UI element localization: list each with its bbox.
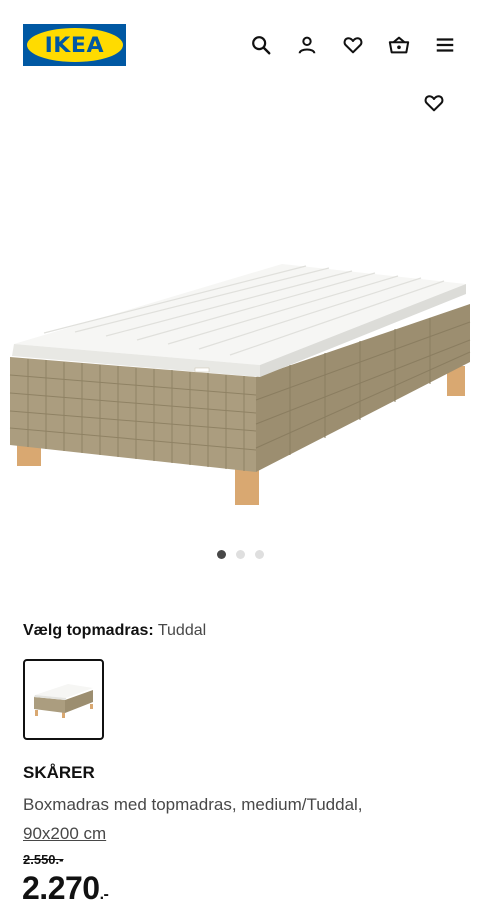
profile-icon[interactable] [296,34,318,56]
heart-icon[interactable] [423,92,445,114]
variant-label: Vælg topmadras: [23,622,154,639]
gallery-pagination [0,550,480,559]
price-amount: 2.270 [22,870,100,906]
product-description: Boxmadras med topmadras, medium/Tuddal, … [23,790,463,848]
product-description-text: Boxmadras med topmadras, medium/Tuddal, [23,795,363,814]
variant-selector-label: Vælg topmadras: Tuddal [23,622,206,640]
product-name: SKÅRER [23,763,95,782]
pagination-dot[interactable] [235,550,245,559]
header: IKEA [0,0,480,90]
logo-oval: IKEA [26,28,123,62]
heart-icon[interactable] [342,34,364,56]
product-gallery[interactable] [0,90,480,575]
logo-text: IKEA [44,33,105,57]
variant-thumbnail-image [33,683,93,718]
current-price: 2.270.- [22,870,109,907]
pagination-dot[interactable] [254,550,264,559]
pagination-dot[interactable] [216,550,226,559]
variant-thumbnail-tuddal[interactable] [23,659,104,740]
previous-price: 2.550.- [23,852,64,867]
header-nav [250,34,456,56]
basket-icon[interactable] [388,34,410,56]
variant-value: Tuddal [157,622,207,639]
search-icon[interactable] [250,34,272,56]
menu-icon[interactable] [434,34,456,56]
price-suffix: .- [99,886,109,903]
product-image[interactable] [0,172,480,512]
ikea-logo[interactable]: IKEA [23,24,126,66]
product-size-link[interactable]: 90x200 cm [23,824,106,843]
